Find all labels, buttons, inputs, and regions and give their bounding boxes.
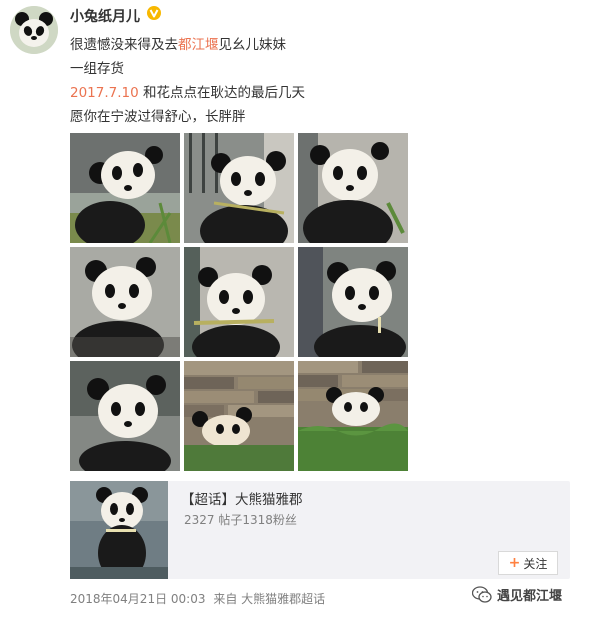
verified-badge-icon	[147, 6, 161, 20]
panda-photo	[184, 247, 294, 357]
panda-photo	[184, 361, 294, 471]
post-text-line-1: 很遗憾没来得及去都江堰见幺儿妹妹	[70, 33, 286, 53]
avatar[interactable]	[10, 6, 58, 54]
panda-photo	[70, 361, 180, 471]
topic-stats: 2327 帖子1318粉丝	[184, 513, 297, 527]
follow-button[interactable]: + 关注	[498, 551, 558, 575]
panda-photo	[70, 247, 180, 357]
follow-button-label: 关注	[523, 556, 548, 571]
photo-thumbnail[interactable]	[184, 361, 294, 471]
post-text-line-4: 愿你在宁波过得舒心，长胖胖	[70, 109, 246, 125]
watermark: 遇见都江堰	[472, 585, 562, 604]
panda-photo	[70, 481, 168, 579]
panda-photo	[298, 361, 408, 471]
super-topic-card[interactable]: 【超话】大熊猫雅郡 2327 帖子1318粉丝 + 关注	[70, 481, 570, 579]
photo-thumbnail[interactable]	[298, 133, 408, 243]
panda-avatar-image	[10, 6, 58, 54]
photo-thumbnail[interactable]	[298, 247, 408, 357]
username[interactable]: 小兔纸月儿	[70, 6, 140, 26]
panda-photo	[184, 133, 294, 243]
post-text-line-2: 一组存货	[70, 61, 124, 77]
post-text-line-3: 2017.7.10 和花点点在耿达的最后几天	[70, 81, 305, 101]
location-link[interactable]: 都江堰	[178, 37, 219, 53]
photo-grid	[70, 133, 408, 471]
topic-title[interactable]: 【超话】大熊猫雅郡	[181, 488, 303, 508]
date-link[interactable]: 2017.7.10	[70, 85, 139, 101]
post-text-segment: 见幺儿妹妹	[218, 37, 287, 53]
photo-thumbnail[interactable]	[184, 247, 294, 357]
panda-photo	[298, 247, 408, 357]
source-prefix: 来自	[213, 592, 238, 606]
topic-thumbnail[interactable]	[70, 481, 168, 579]
panda-photo	[70, 133, 180, 243]
photo-thumbnail[interactable]	[70, 133, 180, 243]
watermark-text: 遇见都江堰	[497, 589, 563, 604]
timestamp[interactable]: 2018年04月21日 00:03	[70, 592, 205, 606]
photo-thumbnail[interactable]	[70, 361, 180, 471]
plus-icon: +	[508, 555, 521, 571]
post-text-segment: 很遗憾没来得及去	[70, 37, 178, 53]
photo-thumbnail[interactable]	[298, 361, 408, 471]
source-link[interactable]: 大熊猫雅郡超话	[241, 592, 325, 606]
photo-thumbnail[interactable]	[70, 247, 180, 357]
photo-thumbnail[interactable]	[184, 133, 294, 243]
wechat-icon	[472, 585, 492, 603]
post-meta: 2018年04月21日 00:03 来自 大熊猫雅郡超话	[70, 590, 325, 607]
panda-photo	[298, 133, 408, 243]
post-text-segment: 和花点点在耿达的最后几天	[138, 85, 306, 101]
